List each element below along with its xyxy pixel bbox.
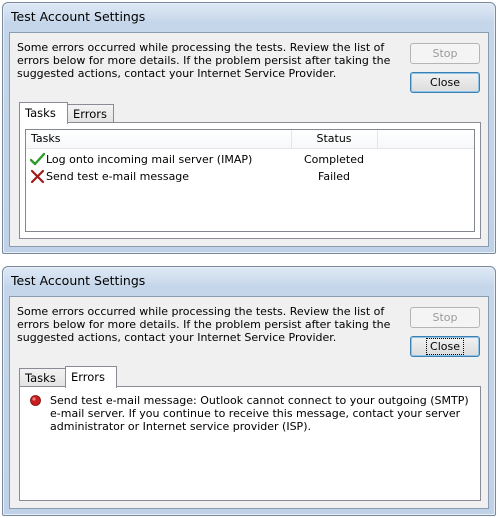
test-account-settings-window-errors: Test Account Settings Some errors occurr…: [2, 266, 496, 516]
column-header-status[interactable]: Status: [291, 130, 377, 148]
column-separator[interactable]: [377, 130, 378, 148]
window-title: Test Account Settings: [11, 9, 146, 24]
dialog-body: Some errors occurred while processing th…: [9, 32, 489, 247]
error-message[interactable]: Send test e-mail message: Outlook cannot…: [30, 394, 470, 433]
task-status: Completed: [304, 153, 364, 166]
tab-tasks[interactable]: Tasks: [19, 368, 66, 387]
error-icon: [30, 395, 41, 406]
check-icon: [30, 152, 45, 166]
test-account-settings-window-tasks: Test Account Settings Some errors occurr…: [2, 2, 496, 254]
stop-button[interactable]: Stop: [410, 307, 480, 328]
table-row[interactable]: Log onto incoming mail server (IMAP) Com…: [26, 151, 474, 168]
task-name: Send test e-mail message: [46, 170, 190, 183]
task-status: Failed: [318, 170, 350, 183]
error-text: Send test e-mail message: Outlook cannot…: [50, 394, 469, 433]
window-title: Test Account Settings: [11, 273, 146, 288]
errors-panel: Send test e-mail message: Outlook cannot…: [19, 386, 481, 501]
task-name: Log onto incoming mail server (IMAP): [46, 153, 253, 166]
tab-errors[interactable]: Errors: [65, 366, 117, 388]
close-button[interactable]: Close: [410, 336, 480, 357]
close-button[interactable]: Close: [410, 72, 480, 93]
tasks-list[interactable]: Tasks Status Log onto incoming mail serv…: [25, 129, 475, 232]
tab-errors[interactable]: Errors: [67, 104, 114, 123]
x-icon: [30, 169, 45, 184]
info-message: Some errors occurred while processing th…: [17, 41, 391, 80]
column-header-tasks[interactable]: Tasks: [31, 130, 60, 148]
tab-tasks[interactable]: Tasks: [19, 102, 68, 124]
dialog-body: Some errors occurred while processing th…: [9, 296, 489, 509]
info-message: Some errors occurred while processing th…: [17, 305, 391, 344]
list-header: Tasks Status: [26, 130, 474, 149]
tasks-panel: Tasks Status Log onto incoming mail serv…: [19, 122, 481, 239]
stop-button[interactable]: Stop: [410, 43, 480, 64]
table-row[interactable]: Send test e-mail message Failed: [26, 168, 474, 185]
